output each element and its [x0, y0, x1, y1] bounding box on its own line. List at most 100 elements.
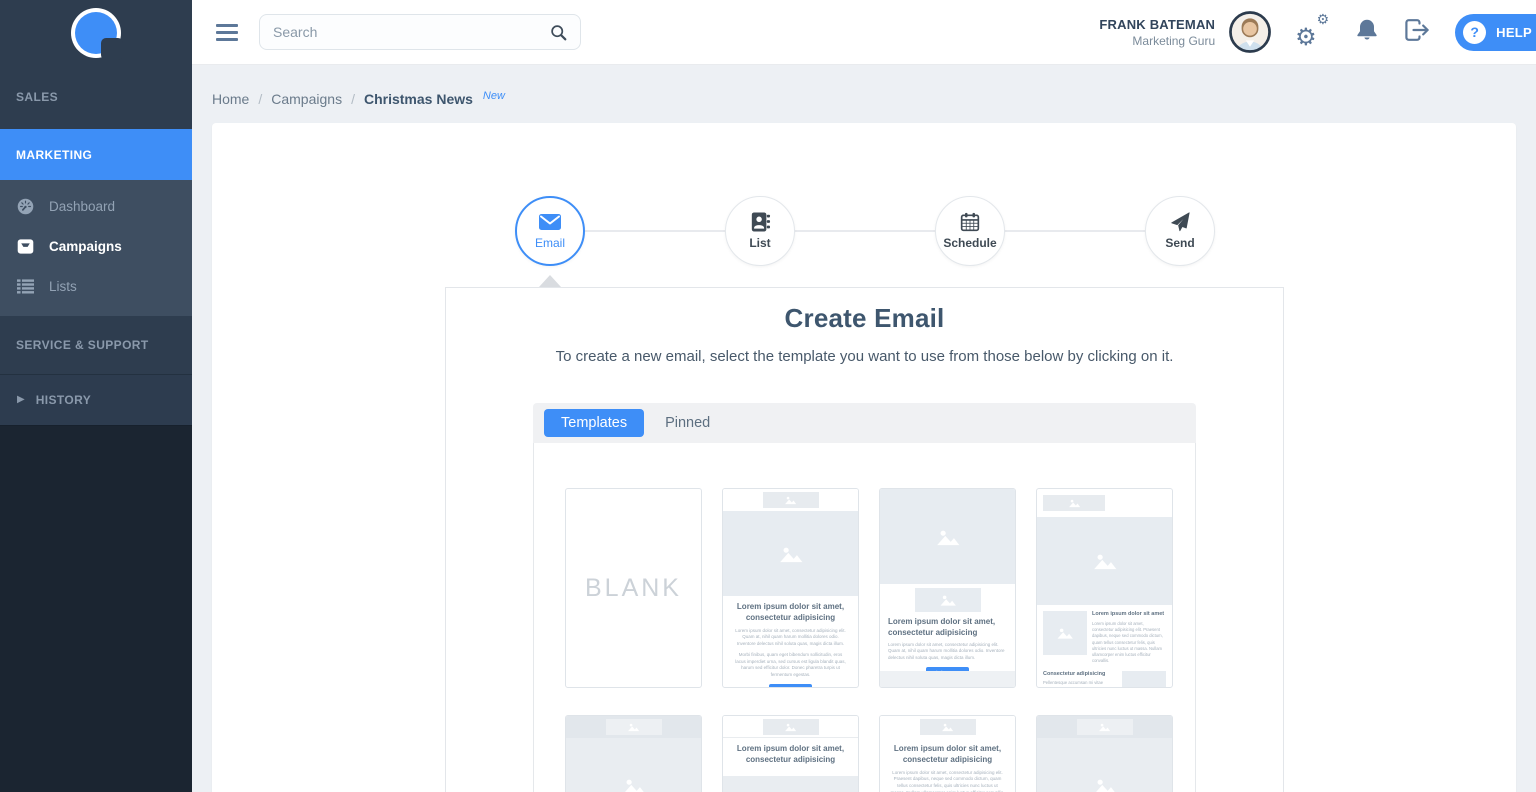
- step-label: Email: [535, 236, 565, 250]
- image-icon: [784, 495, 797, 505]
- calendar-icon: [958, 212, 982, 232]
- sidebar: SALES MARKETING Dashboard Campaigns List…: [0, 0, 192, 792]
- template-heading: Lorem ipsum dolor sit amet: [1092, 611, 1166, 619]
- template-tabs: Templates Pinned: [533, 403, 1196, 443]
- inbox-icon: [17, 238, 34, 255]
- content-area: Home / Campaigns / Christmas News New Em…: [192, 65, 1536, 792]
- sidebar-item-label: Lists: [49, 279, 77, 294]
- sidebar-section-service-support[interactable]: SERVICE & SUPPORT: [0, 316, 192, 374]
- help-button[interactable]: ? HELP: [1455, 14, 1536, 51]
- search-input[interactable]: [273, 24, 550, 40]
- address-book-icon: [748, 212, 772, 232]
- list-icon: [17, 278, 34, 295]
- menu-toggle-button[interactable]: [216, 24, 238, 41]
- template-paragraph: Lorem ipsum dolor sit amet, consectetur …: [888, 642, 1007, 662]
- tab-templates[interactable]: Templates: [544, 409, 644, 437]
- image-icon: [1092, 551, 1118, 571]
- template-card-hero-top[interactable]: Lorem ipsum dolor sit amet, consectetur …: [879, 488, 1016, 688]
- template-card-text[interactable]: Lorem ipsum dolor sit amet, consectetur …: [879, 715, 1016, 792]
- step-schedule[interactable]: Schedule: [935, 196, 1005, 266]
- hero-image-placeholder: [1037, 517, 1172, 605]
- step-email[interactable]: Email: [515, 196, 585, 266]
- template-card-blank[interactable]: BLANK: [565, 488, 702, 688]
- cta-button: Find out more: [769, 684, 813, 688]
- paper-plane-icon: [1168, 212, 1192, 232]
- template-card-hero[interactable]: Lorem ipsum dolor sit amet, consectetur …: [722, 488, 859, 688]
- breadcrumb-current: Christmas News: [364, 91, 473, 107]
- image-icon: [941, 722, 954, 732]
- image-icon: [1092, 776, 1118, 792]
- image-placeholder: [1122, 671, 1166, 688]
- logout-button[interactable]: [1405, 18, 1429, 47]
- logo-placeholder: [1043, 495, 1105, 511]
- sidebar-section-history[interactable]: ▶ HISTORY: [0, 374, 192, 426]
- image-icon: [935, 527, 961, 547]
- template-grid: BLANK Lorem ipsum dolor sit amet, consec…: [533, 443, 1196, 792]
- image-icon: [1135, 686, 1153, 688]
- hero-image-placeholder: [1037, 738, 1172, 792]
- sidebar-item-dashboard[interactable]: Dashboard: [0, 186, 192, 226]
- breadcrumb: Home / Campaigns / Christmas News New: [212, 91, 1536, 107]
- user-role: Marketing Guru: [1099, 34, 1215, 48]
- blank-label: BLANK: [585, 574, 682, 603]
- notifications-button[interactable]: [1355, 18, 1379, 47]
- sidebar-subnav: Dashboard Campaigns Lists: [0, 180, 192, 316]
- logo-placeholder: [723, 489, 858, 511]
- step-send[interactable]: Send: [1145, 196, 1215, 266]
- main-panel: Email List Schedule Send Create Email To…: [212, 123, 1516, 792]
- page-subtitle: To create a new email, select the templa…: [446, 348, 1283, 365]
- logo-placeholder: [1037, 716, 1172, 738]
- settings-button[interactable]: ⚙⚙: [1295, 16, 1329, 48]
- sidebar-section-marketing[interactable]: MARKETING: [0, 129, 192, 180]
- search-icon[interactable]: [550, 24, 567, 41]
- image-icon: [1056, 626, 1074, 640]
- template-card-banner[interactable]: [565, 715, 702, 792]
- image-icon: [1098, 722, 1111, 732]
- logo-icon: [71, 8, 121, 58]
- step-label: List: [749, 236, 770, 250]
- image-icon: [784, 722, 797, 732]
- user-menu[interactable]: FRANK BATEMAN Marketing Guru: [1099, 17, 1215, 48]
- sidebar-item-label: Dashboard: [49, 199, 115, 214]
- create-email-panel: Create Email To create a new email, sele…: [445, 287, 1284, 792]
- image-placeholder: [915, 588, 981, 612]
- template-paragraph: Lorem ipsum dolor sit amet, consectetur …: [1092, 621, 1166, 665]
- template-heading: Consectetur adipisicing: [1043, 671, 1117, 679]
- sidebar-section-sales[interactable]: SALES: [0, 65, 192, 129]
- breadcrumb-home[interactable]: Home: [212, 91, 249, 107]
- step-list[interactable]: List: [725, 196, 795, 266]
- topbar: FRANK BATEMAN Marketing Guru ⚙⚙ ? HELP: [192, 0, 1536, 65]
- image-icon: [939, 593, 957, 607]
- template-heading: Lorem ipsum dolor sit amet, consectetur …: [731, 602, 850, 624]
- step-label: Send: [1165, 236, 1194, 250]
- sidebar-item-lists[interactable]: Lists: [0, 266, 192, 306]
- template-card-two-column[interactable]: Lorem ipsum dolor sit amet Lorem ipsum d…: [1036, 488, 1173, 688]
- marketing-label: MARKETING: [16, 148, 92, 162]
- template-heading: Lorem ipsum dolor sit amet, consectetur …: [888, 744, 1007, 766]
- history-label: HISTORY: [36, 393, 91, 407]
- step-label: Schedule: [943, 236, 996, 250]
- template-card-heading-band[interactable]: Lorem ipsum dolor sit amet, consectetur …: [722, 715, 859, 792]
- sign-out-icon: [1405, 18, 1429, 47]
- tab-pinned[interactable]: Pinned: [665, 415, 710, 431]
- hero-image-placeholder: [723, 511, 858, 596]
- image-placeholder: [1043, 611, 1087, 655]
- envelope-icon: [538, 212, 562, 232]
- sidebar-filler: [0, 426, 192, 792]
- gear-icon: ⚙: [1317, 12, 1330, 26]
- template-card-banner[interactable]: [1036, 715, 1173, 792]
- breadcrumb-campaigns[interactable]: Campaigns: [271, 91, 342, 107]
- sidebar-item-campaigns[interactable]: Campaigns: [0, 226, 192, 266]
- content-row: Lorem ipsum dolor sit amet Lorem ipsum d…: [1043, 611, 1166, 665]
- image-icon: [778, 544, 804, 564]
- sales-label: SALES: [16, 90, 58, 104]
- image-icon: [1068, 498, 1081, 508]
- app-logo[interactable]: [0, 0, 192, 65]
- template-heading: Lorem ipsum dolor sit amet, consectetur …: [731, 744, 850, 766]
- page-title: Create Email: [446, 303, 1283, 334]
- breadcrumb-separator: /: [258, 91, 262, 107]
- logo-placeholder: [566, 716, 701, 738]
- service-support-label: SERVICE & SUPPORT: [16, 338, 149, 352]
- template-heading: Lorem ipsum dolor sit amet, consectetur …: [888, 617, 1007, 639]
- avatar[interactable]: [1229, 11, 1271, 53]
